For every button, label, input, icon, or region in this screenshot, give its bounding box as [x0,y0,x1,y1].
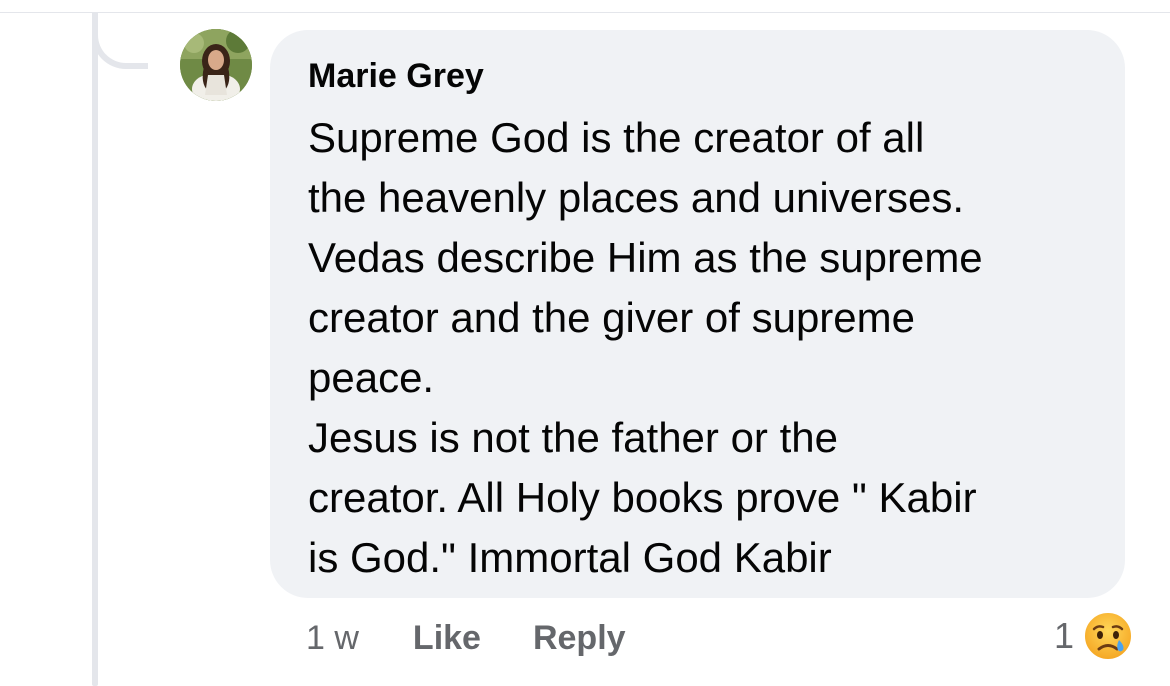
sad-face-icon [1082,610,1134,662]
profile-photo-icon [180,29,252,101]
comment-text: Supreme God is the creator of all the he… [308,108,1097,588]
comment-line: Jesus is not the father or the [308,414,838,461]
thread-branch-connector [92,13,148,69]
reaction-summary[interactable]: 1 [1054,608,1134,664]
comment-line: peace. [308,354,435,401]
reaction-count: 1 [1053,615,1074,656]
like-button[interactable]: Like [413,619,481,658]
comment-timestamp[interactable]: 1 w [306,619,359,658]
comment-bubble: Marie Grey Supreme God is the creator of… [270,30,1125,598]
comment-line: the heavenly places and universes. [308,174,965,221]
comment-line: Vedas describe Him as the supreme [308,234,983,281]
comment-author[interactable]: Marie Grey [308,54,1097,98]
thread-line [92,13,98,686]
comment-line: creator. All Holy books prove " Kabir [308,474,977,521]
comment-actions: 1 w Like Reply [306,612,678,664]
avatar[interactable] [180,29,252,101]
comment-line: creator and the giver of supreme [308,294,915,341]
comment-line: Supreme God is the creator of all [308,114,925,161]
top-divider [0,0,1170,13]
comment-line: is God." Immortal God Kabir [308,534,832,581]
reply-button[interactable]: Reply [533,619,626,658]
